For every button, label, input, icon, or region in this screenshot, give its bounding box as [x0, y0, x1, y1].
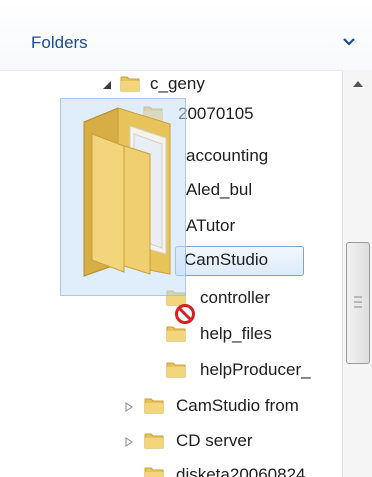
tree-item-label: controller	[200, 288, 270, 307]
tree-item-label: c_geny	[150, 74, 205, 93]
dragged-folder-icon	[83, 107, 171, 277]
tree-item-label: ATutor	[186, 216, 236, 235]
scrollbar-thumb[interactable]	[346, 242, 370, 364]
tree-item-label: CamStudio	[184, 250, 269, 269]
no-drop-icon	[175, 304, 195, 324]
chevron-down-icon[interactable]	[339, 32, 359, 52]
folders-pane-header[interactable]: Folders	[0, 0, 372, 71]
expanded-arrow-icon[interactable]	[102, 80, 112, 90]
folder-icon	[144, 433, 164, 449]
folder-icon	[166, 362, 186, 378]
tree-item-label: accounting	[186, 146, 269, 165]
tree-item-label: 20070105	[178, 104, 254, 123]
tree-item-label: disketa20060824	[176, 465, 306, 477]
folder-icon	[166, 326, 186, 342]
folder-icon	[120, 76, 140, 92]
tree-item-label: helpProducer_	[200, 360, 311, 379]
folder-icon	[144, 398, 164, 414]
tree-item-label: Aled_bul	[186, 180, 253, 199]
collapsed-arrow-icon[interactable]	[124, 402, 134, 412]
folder-icon	[144, 467, 164, 477]
pane-title: Folders	[31, 33, 88, 52]
grip-icon	[354, 296, 362, 308]
tree-item-label: CamStudio from	[176, 396, 299, 415]
collapsed-arrow-icon[interactable]	[124, 437, 134, 447]
vertical-scrollbar[interactable]	[342, 70, 372, 477]
tree-item-label: CD server	[176, 431, 253, 450]
scroll-up-arrow-icon[interactable]	[352, 79, 364, 89]
tree-item-label: help_files	[200, 324, 272, 343]
